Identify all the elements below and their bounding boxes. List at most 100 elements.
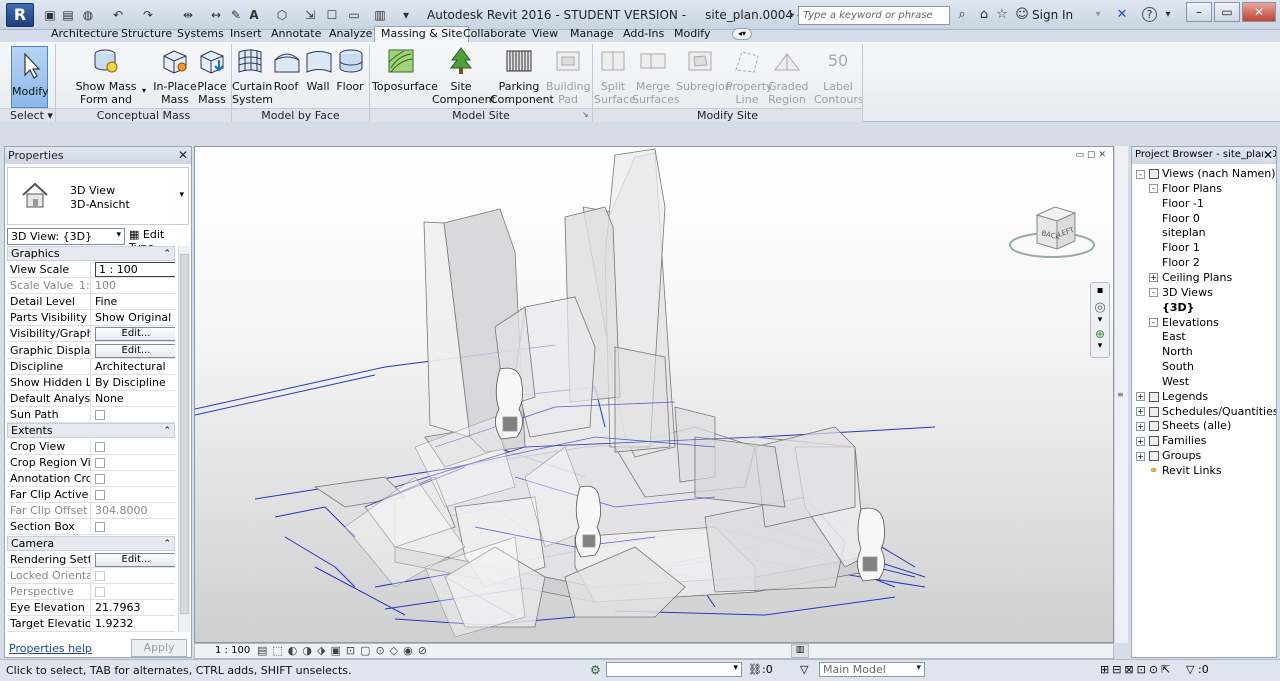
site-component-button[interactable]: Site Component [432,46,496,112]
tab-add-ins[interactable]: Add-Ins [621,27,666,42]
view-scale-input[interactable]: 1 : 100 [95,262,175,277]
expand-icon[interactable]: + [1136,392,1145,402]
prop-value[interactable]: Fine [92,294,175,310]
expand-icon[interactable]: + [1136,421,1145,431]
user-icon[interactable]: ☺ [1014,7,1030,23]
help-dropdown-icon[interactable]: ▾ [1160,7,1176,23]
wall-by-face-button[interactable]: Wall [304,46,332,112]
3d-view-canvas[interactable]: ▭▢✕ BACK LEFT ▪ ◎ ▾ ⊕ ▾ [194,146,1114,643]
close-hidden-icon[interactable]: ▭ [346,7,362,23]
graded-region-button[interactable]: Graded Region [768,46,809,112]
type-dropdown-icon[interactable]: ▾ [179,190,184,200]
sign-in-link[interactable]: Sign In [1032,8,1073,22]
dimension-icon[interactable]: ↔ [208,7,224,23]
selection-option-icons[interactable]: ⊞⊟⊠⊡⊙⇱ [1100,663,1173,676]
section-icon[interactable]: ⇲ [302,7,318,23]
favorites-star-icon[interactable]: ☆ [994,7,1010,23]
tab-insert[interactable]: Insert [228,27,264,42]
collapse-icon[interactable]: - [1149,288,1158,298]
tag-icon[interactable]: ✎ [228,7,244,23]
expand-icon[interactable]: + [1149,273,1158,283]
label-contours-button[interactable]: 50 Label Contours [814,46,864,112]
checkbox[interactable] [95,410,105,420]
browser-item[interactable]: - Elevations [1149,316,1219,331]
subregion-button[interactable]: Subregion [676,46,732,112]
worksets-icon[interactable]: ⚙ [590,663,601,677]
switch-windows-icon[interactable]: ▥ [372,7,388,23]
roof-by-face-button[interactable]: Roof [272,46,300,112]
expand-icon[interactable]: + [1136,451,1145,461]
close-properties-icon[interactable]: ✕ [178,148,188,162]
browser-item[interactable]: Floor 2 [1162,256,1200,271]
browser-item[interactable]: South [1162,360,1194,375]
prop-value[interactable]: 21.7963 [92,600,175,616]
in-place-mass-button[interactable]: In-Place Mass [153,46,197,112]
checkbox[interactable] [95,474,105,484]
show-mass-button[interactable]: Show MassForm and Floors [66,46,146,119]
group-extents[interactable]: Extents ⌃ [7,423,175,438]
browser-item[interactable]: - Views (nach Namen) [1136,167,1276,182]
group-camera[interactable]: Camera ⌃ [7,536,175,551]
tab-modify[interactable]: Modify [672,27,712,42]
show-mass-dropdown-icon[interactable]: ▾ [142,86,146,95]
checkbox[interactable] [95,490,105,500]
browser-item[interactable]: - Floor Plans [1149,182,1222,197]
properties-scrollbar[interactable] [178,246,190,632]
browser-item[interactable]: North [1162,345,1193,360]
edit-button[interactable]: Edit... [95,344,175,358]
view-control-icons[interactable]: ▤⬚◐◑⬗▣⊡▢⊙◇◉⊘ [257,644,432,657]
prop-value[interactable]: Architectural [92,359,175,375]
main-model-select[interactable]: Main Model ▾ [819,662,925,677]
collapse-icon[interactable]: - [1149,318,1158,327]
browser-item[interactable]: siteplan [1162,226,1206,241]
browser-item[interactable]: ⚭ Revit Links [1136,464,1222,479]
design-options-icon[interactable]: ⛓ [748,663,762,676]
thin-lines-icon[interactable]: ☐ [324,7,340,23]
save-icon[interactable]: ▤ [60,7,76,23]
model-site-dialog-launcher-icon[interactable]: ↘ [582,110,589,119]
redo-icon[interactable]: ↷ [140,7,156,23]
checkbox[interactable] [95,587,105,597]
modify-button[interactable]: Modify [11,46,48,108]
tab-structure[interactable]: Structure [119,27,174,42]
group-graphics[interactable]: Graphics ⌃ [7,246,175,261]
browser-item[interactable]: + Groups [1136,449,1201,464]
tab-view[interactable]: View [530,27,560,42]
expand-icon[interactable]: + [1136,436,1145,446]
filter-icon[interactable]: ▽ [800,663,808,676]
checkbox[interactable] [95,571,105,581]
workset-select[interactable]: ▾ [606,662,742,677]
property-line-button[interactable]: Property Line [726,46,773,112]
browser-item[interactable]: + Sheets (alle) [1136,419,1231,434]
text-icon[interactable]: A [246,7,262,23]
revit-app-button[interactable]: R [6,3,34,27]
browser-item[interactable]: Floor -1 [1162,197,1204,212]
curtain-system-button[interactable]: Curtain System [232,46,273,112]
browser-item[interactable]: East [1162,330,1186,345]
toposurface-button[interactable]: Toposurface [372,46,438,112]
tab-architecture[interactable]: Architecture [49,27,120,42]
edit-button[interactable]: Edit... [95,553,175,567]
browser-item[interactable]: + Families [1136,434,1206,449]
tab-collaborate[interactable]: Collaborate [461,27,528,42]
open-icon[interactable]: ▣ [42,7,58,23]
tab-massing-site[interactable]: Massing & Site [374,26,470,43]
checkbox[interactable] [95,442,105,452]
view-scale-display[interactable]: 1 : 100 [215,645,250,656]
building-pad-button[interactable]: Building Pad [546,46,591,112]
parking-component-button[interactable]: Parking Component [490,46,554,112]
undo-icon[interactable]: ↶ [110,7,126,23]
view-hscroll-grip-icon[interactable]: ▥ [791,644,809,658]
edit-button[interactable]: Edit... [95,327,175,341]
maximize-button[interactable]: ▭ [1214,2,1240,22]
collapse-icon[interactable]: - [1136,169,1145,179]
sync-icon[interactable]: ◍ [80,7,96,23]
checkbox[interactable] [95,458,105,468]
instance-filter-select[interactable]: 3D View: {3D} ▾ [7,228,125,245]
measure-icon[interactable]: ⇹ [180,7,196,23]
signin-dropdown-icon[interactable]: ▾ [1090,7,1106,23]
subscription-icon[interactable]: ⌂ [976,7,992,23]
expand-icon[interactable]: + [1136,407,1145,417]
merge-surfaces-button[interactable]: Merge Surfaces [632,46,680,112]
minimize-button[interactable]: – [1186,2,1212,22]
